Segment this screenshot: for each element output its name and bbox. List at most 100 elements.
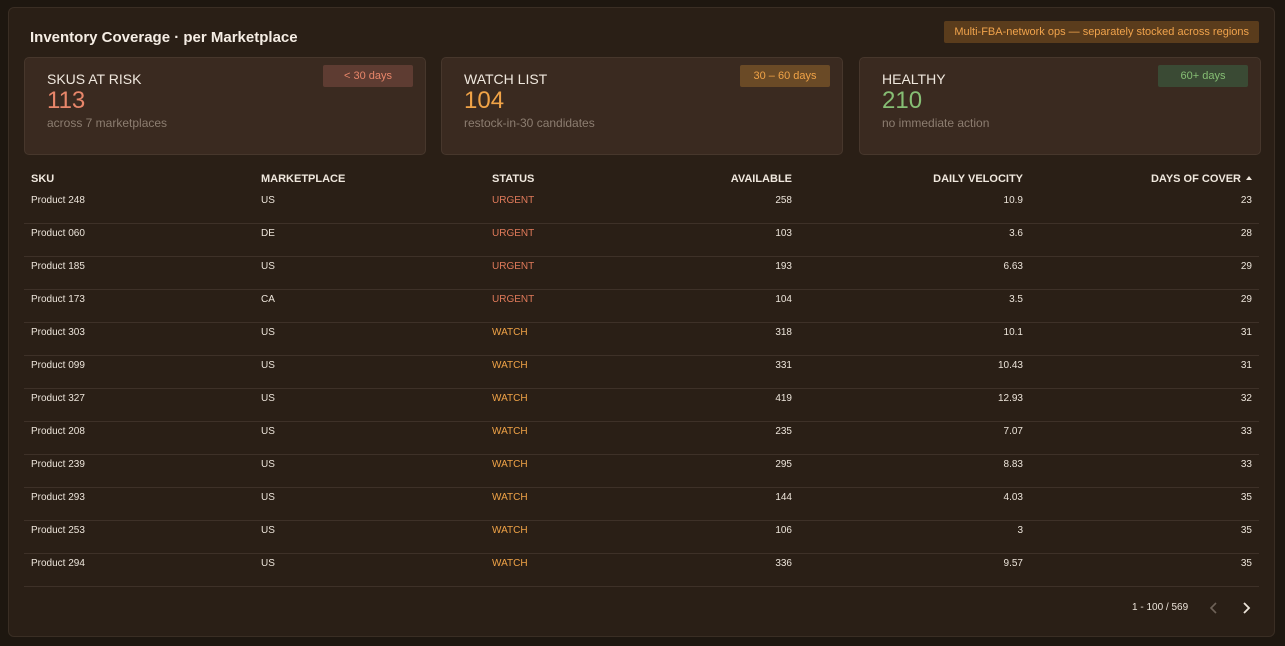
table-row[interactable]: Product 173 CA URGENT 104 3.5 29 [24,290,1259,323]
panel-title: Inventory Coverage · per Marketplace [30,29,298,46]
cell-daily-velocity: 12.93 [997,393,1023,404]
cell-sku: Product 060 [31,228,85,239]
table-row[interactable]: Product 208 US WATCH 235 7.07 33 [24,422,1259,455]
cell-sku: Product 248 [31,195,85,206]
cell-days-of-cover: 33 [1240,426,1252,437]
cell-days-of-cover: 28 [1240,228,1252,239]
inventory-table: SKU MARKETPLACE STATUS AVAILABLE DAILY V… [24,170,1259,587]
card-subtext: no immediate action [882,116,990,130]
cell-marketplace: DE [261,228,275,239]
table-row[interactable]: Product 293 US WATCH 144 4.03 35 [24,488,1259,521]
cell-days-of-cover: 31 [1240,327,1252,338]
card-watch-list: WATCH LIST 104 restock-in-30 candidates … [441,57,843,155]
inventory-coverage-panel: Inventory Coverage · per Marketplace Mul… [8,7,1275,637]
cell-days-of-cover: 33 [1240,459,1252,470]
card-subtext: restock-in-30 candidates [464,116,595,130]
column-header-marketplace[interactable]: MARKETPLACE [261,173,345,185]
cell-available: 144 [775,492,792,503]
cell-days-of-cover: 35 [1240,558,1252,569]
cell-sku: Product 294 [31,558,85,569]
cell-available: 104 [775,294,792,305]
card-tag: 30 – 60 days [740,65,830,87]
chevron-right-icon [1243,602,1251,614]
cell-available: 336 [775,558,792,569]
cell-available: 235 [775,426,792,437]
cell-sku: Product 185 [31,261,85,272]
cell-available: 318 [775,327,792,338]
cell-days-of-cover: 35 [1240,492,1252,503]
cell-sku: Product 327 [31,393,85,404]
cell-sku: Product 173 [31,294,85,305]
card-value: 113 [47,87,86,114]
sort-ascending-icon[interactable] [1246,176,1252,180]
cell-marketplace: US [261,492,275,503]
cell-available: 193 [775,261,792,272]
card-subtext: across 7 marketplaces [47,116,168,130]
column-header-daily-velocity[interactable]: DAILY VELOCITY [933,173,1023,185]
cell-status: WATCH [492,459,528,470]
cell-sku: Product 208 [31,426,85,437]
cell-daily-velocity: 10.9 [1003,195,1023,206]
cell-daily-velocity: 4.03 [1003,492,1023,503]
cell-status: WATCH [492,360,528,371]
cell-days-of-cover: 29 [1240,294,1252,305]
table-row[interactable]: Product 060 DE URGENT 103 3.6 28 [24,224,1259,257]
cell-sku: Product 293 [31,492,85,503]
column-header-status[interactable]: STATUS [492,173,534,185]
chevron-left-icon [1209,602,1217,614]
cell-marketplace: US [261,525,275,536]
cell-days-of-cover: 23 [1240,195,1252,206]
cell-marketplace: US [261,393,275,404]
cell-daily-velocity: 10.43 [997,360,1023,371]
cell-status: WATCH [492,525,528,536]
table-row[interactable]: Product 294 US WATCH 336 9.57 35 [24,554,1259,587]
table-row[interactable]: Product 185 US URGENT 193 6.63 29 [24,257,1259,290]
table-row[interactable]: Product 303 US WATCH 318 10.1 31 [24,323,1259,356]
table-row[interactable]: Product 327 US WATCH 419 12.93 32 [24,389,1259,422]
column-header-available[interactable]: AVAILABLE [731,173,792,185]
cell-status: WATCH [492,426,528,437]
cell-daily-velocity: 3.5 [1009,294,1023,305]
cell-available: 106 [775,525,792,536]
pagination-info: 1 - 100 / 569 [1132,602,1189,613]
column-header-sku[interactable]: SKU [31,173,54,185]
table-row[interactable]: Product 099 US WATCH 331 10.43 31 [24,356,1259,389]
card-skus-at-risk: SKUS AT RISK 113 across 7 marketplaces <… [24,57,426,155]
cell-available: 295 [775,459,792,470]
table-row[interactable]: Product 248 US URGENT 258 10.9 23 [24,191,1259,224]
card-healthy: HEALTHY 210 no immediate action 60+ days [859,57,1261,155]
cell-available: 258 [775,195,792,206]
cell-daily-velocity: 7.07 [1003,426,1023,437]
table-row[interactable]: Product 239 US WATCH 295 8.83 33 [24,455,1259,488]
cell-marketplace: US [261,426,275,437]
cell-status: WATCH [492,558,528,569]
column-header-days-of-cover[interactable]: DAYS OF COVER [1151,173,1252,185]
cell-daily-velocity: 6.63 [1003,261,1023,272]
cell-days-of-cover: 32 [1240,393,1252,404]
cell-marketplace: US [261,261,275,272]
ops-badge: Multi-FBA-network ops — separately stock… [944,21,1259,43]
cell-marketplace: US [261,459,275,470]
column-header-label: DAYS OF COVER [1150,173,1241,185]
cell-daily-velocity: 10.1 [1003,327,1023,338]
cell-sku: Product 239 [31,459,85,470]
card-tag: 60+ days [1158,65,1248,87]
card-value: 210 [882,87,923,114]
cell-days-of-cover: 31 [1240,360,1252,371]
card-value: 104 [464,87,505,114]
cell-daily-velocity: 8.83 [1003,459,1023,470]
cell-daily-velocity: 9.57 [1003,558,1023,569]
cell-sku: Product 253 [31,525,85,536]
cell-marketplace: US [261,195,275,206]
cell-marketplace: US [261,360,275,371]
cell-status: URGENT [492,195,535,206]
table-row[interactable]: Product 253 US WATCH 106 3 35 [24,521,1259,554]
cell-available: 103 [775,228,792,239]
previous-page-button[interactable] [1205,599,1223,617]
cell-status: WATCH [492,393,528,404]
cell-sku: Product 303 [31,327,85,338]
table-header: SKU MARKETPLACE STATUS AVAILABLE DAILY V… [24,170,1259,191]
cell-status: WATCH [492,492,528,503]
cell-status: URGENT [492,228,535,239]
next-page-button[interactable] [1237,599,1255,617]
